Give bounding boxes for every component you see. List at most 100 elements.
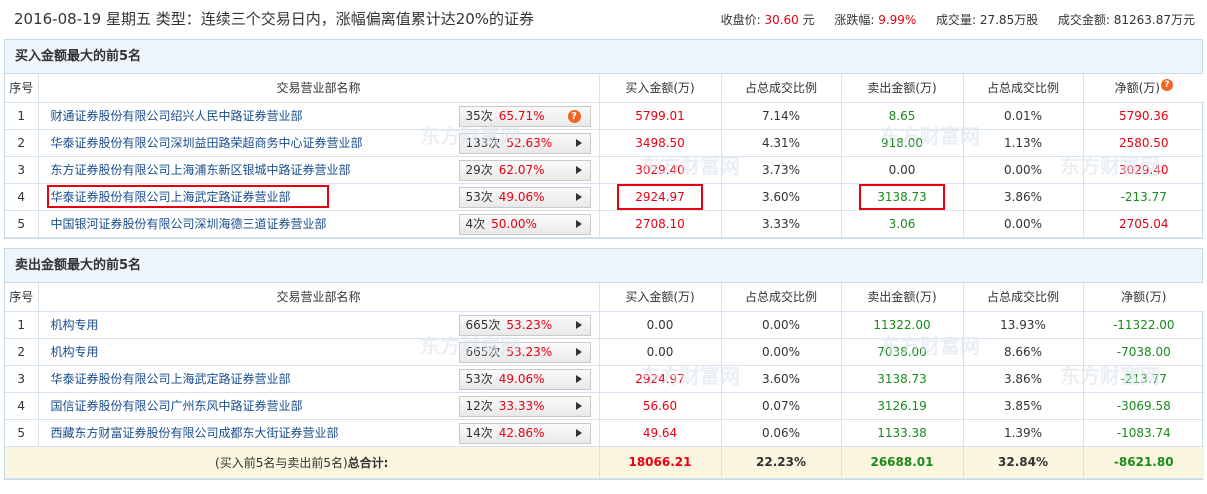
rank-count-button[interactable]: 665次 53.23% (458, 314, 591, 336)
close-value: 30.60 (764, 13, 799, 27)
question-icon[interactable]: ? (1160, 79, 1173, 92)
win-rate: 49.06% (498, 371, 545, 386)
volume-value: 27.85万股 (979, 13, 1039, 27)
broker-name-link[interactable]: 东方证券股份有限公司上海浦东新区银城中路证券营业部 (47, 159, 355, 180)
broker-name-link[interactable]: 财通证券股份有限公司绍兴人民中路证券营业部 (47, 105, 307, 126)
broker-cell: 华泰证券股份有限公司上海武定路证券营业部 53次 49.06% (38, 365, 600, 393)
net-amount: -3069.58 (1083, 392, 1204, 420)
net-amount: 2580.50 (1083, 129, 1204, 157)
sell-ratio: 3.86% (963, 365, 1084, 393)
win-rate: 53.23% (506, 317, 553, 332)
buy-amount: 0.00 (599, 338, 722, 366)
col-header-sell: 卖出金额(万) (841, 283, 964, 312)
buy-ratio: 0.07% (721, 392, 842, 420)
buy-ratio: 0.00% (721, 338, 842, 366)
rank-count-button[interactable]: 53次 49.06% (458, 368, 591, 390)
row-idx: 4 (5, 392, 39, 420)
row-idx: 2 (5, 129, 39, 157)
play-arrow-icon (575, 374, 582, 383)
total-label: (买入前5名与卖出前5名)总合计: (5, 446, 600, 479)
broker-cell: 中国银河证券股份有限公司深圳海德三道证券营业部 4次 50.00% (38, 210, 600, 238)
rank-count-button[interactable]: 665次 53.23% (458, 341, 591, 363)
sell-amount: 8.65 (841, 102, 964, 130)
col-header-buy-ratio: 占总成交比例 (721, 74, 842, 103)
win-rate: 42.86% (498, 425, 545, 440)
col-header-idx: 序号 (5, 74, 39, 103)
win-rate: 62.07% (498, 162, 545, 177)
buy-amount: 49.64 (599, 419, 722, 447)
total-sell: 26688.01 (841, 446, 964, 479)
sell-amount: 3126.19 (841, 392, 964, 420)
broker-cell: 西藏东方财富证券股份有限公司成都东大街证券营业部 14次 42.86% (38, 419, 600, 447)
buy-amount: 3498.50 (599, 129, 722, 157)
broker-name-link[interactable]: 机构专用 (47, 314, 103, 335)
col-header-sell-ratio: 占总成交比例 (963, 74, 1084, 103)
buy-amount: 2708.10 (599, 210, 722, 238)
buy-section-title: 买入金额最大的前5名 (5, 40, 1202, 74)
sell-amount: 1133.38 (841, 419, 964, 447)
play-arrow-icon (575, 320, 582, 329)
buy-ratio: 7.14% (721, 102, 842, 130)
broker-cell: 机构专用 665次 53.23% (38, 311, 600, 339)
page-title: 2016-08-19 星期五 类型：连续三个交易日内，涨幅偏离值累计达20%的证… (14, 10, 535, 28)
sell-ratio: 0.00% (963, 210, 1084, 238)
table-row: 4 华泰证券股份有限公司上海武定路证券营业部 53次 49.06% 2924.97 3.6… (5, 183, 1204, 211)
net-amount: 2705.04 (1083, 210, 1204, 238)
net-amount: -7038.00 (1083, 338, 1204, 366)
col-header-sell-ratio: 占总成交比例 (963, 283, 1084, 312)
amount-label: 成交金额: (1057, 13, 1110, 27)
rank-count-button[interactable]: 14次 42.86% (458, 422, 591, 444)
rank-count-button[interactable]: 53次 49.06% (458, 186, 591, 208)
col-header-sell: 卖出金额(万) (841, 74, 964, 103)
buy-table: 序号 交易营业部名称 买入金额(万) 占总成交比例 卖出金额(万) 占总成交比例… (5, 74, 1204, 238)
question-icon[interactable]: ? (567, 109, 581, 123)
sell-ratio: 13.93% (963, 311, 1084, 339)
table-row: 2 华泰证券股份有限公司深圳益田路荣超商务中心证券营业部 133次 52.63% 349… (5, 129, 1204, 157)
col-header-name: 交易营业部名称 (38, 74, 600, 103)
net-amount: 3029.40 (1083, 156, 1204, 184)
broker-cell: 华泰证券股份有限公司深圳益田路荣超商务中心证券营业部 133次 52.63% (38, 129, 600, 157)
row-idx: 1 (5, 102, 39, 130)
rank-count-button[interactable]: 35次 65.71%? (458, 105, 591, 127)
col-header-buy: 买入金额(万) (599, 283, 722, 312)
row-idx: 1 (5, 311, 39, 339)
rank-count-button[interactable]: 29次 62.07% (458, 159, 591, 181)
change-label: 涨跌幅: (834, 13, 875, 27)
net-amount: -213.77 (1083, 183, 1204, 211)
broker-cell: 财通证券股份有限公司绍兴人民中路证券营业部 35次 65.71%? (38, 102, 600, 130)
broker-name-link[interactable]: 机构专用 (47, 341, 103, 362)
play-arrow-icon (575, 192, 582, 201)
net-amount: -1083.74 (1083, 419, 1204, 447)
sell-ratio: 0.01% (963, 102, 1084, 130)
broker-name-link[interactable]: 中国银河证券股份有限公司深圳海德三道证券营业部 (47, 213, 331, 234)
broker-cell: 东方证券股份有限公司上海浦东新区银城中路证券营业部 29次 62.07% (38, 156, 600, 184)
col-header-buy-ratio: 占总成交比例 (721, 283, 842, 312)
buy-amount: 5799.01 (599, 102, 722, 130)
close-unit: 元 (802, 13, 815, 27)
top-bar: 2016-08-19 星期五 类型：连续三个交易日内，涨幅偏离值累计达20%的证… (0, 0, 1207, 38)
broker-name-link[interactable]: 华泰证券股份有限公司上海武定路证券营业部 (46, 185, 329, 208)
row-idx: 5 (5, 210, 39, 238)
stock-stats: 收盘价: 30.60 元 涨跌幅: 9.99% 成交量: 27.85万股 成交金… (721, 11, 1195, 28)
appear-count: 665次 (465, 317, 501, 332)
broker-name-link[interactable]: 华泰证券股份有限公司深圳益田路荣超商务中心证券营业部 (47, 132, 367, 153)
sell-amount: 3138.73 (841, 183, 964, 211)
net-amount: -11322.00 (1083, 311, 1204, 339)
rank-count-button[interactable]: 133次 52.63% (458, 132, 591, 154)
win-rate: 49.06% (498, 189, 545, 204)
rank-count-button[interactable]: 12次 33.33% (458, 395, 591, 417)
broker-name-link[interactable]: 国信证券股份有限公司广州东风中路证券营业部 (47, 395, 307, 416)
broker-name-link[interactable]: 华泰证券股份有限公司上海武定路证券营业部 (47, 368, 295, 389)
rank-count-button[interactable]: 4次 50.00% (458, 213, 591, 235)
broker-name-link[interactable]: 西藏东方财富证券股份有限公司成都东大街证券营业部 (47, 422, 343, 443)
table-row: 1 机构专用 665次 53.23% 0.00 0.00% 11322.00 13.93% -1… (5, 311, 1204, 339)
appear-count: 29次 (465, 162, 493, 177)
broker-cell: 机构专用 665次 53.23% (38, 338, 600, 366)
table-header-row: 序号 交易营业部名称 买入金额(万) 占总成交比例 卖出金额(万) 占总成交比例… (5, 283, 1204, 312)
col-header-buy: 买入金额(万) (599, 74, 722, 103)
buy-ratio: 3.73% (721, 156, 842, 184)
table-header-row: 序号 交易营业部名称 买入金额(万) 占总成交比例 卖出金额(万) 占总成交比例… (5, 74, 1204, 103)
buy-ratio: 4.31% (721, 129, 842, 157)
row-idx: 3 (5, 365, 39, 393)
buy-top5-panel: 买入金额最大的前5名 序号 交易营业部名称 买入金额(万) 占总成交比例 卖出金… (4, 39, 1204, 239)
